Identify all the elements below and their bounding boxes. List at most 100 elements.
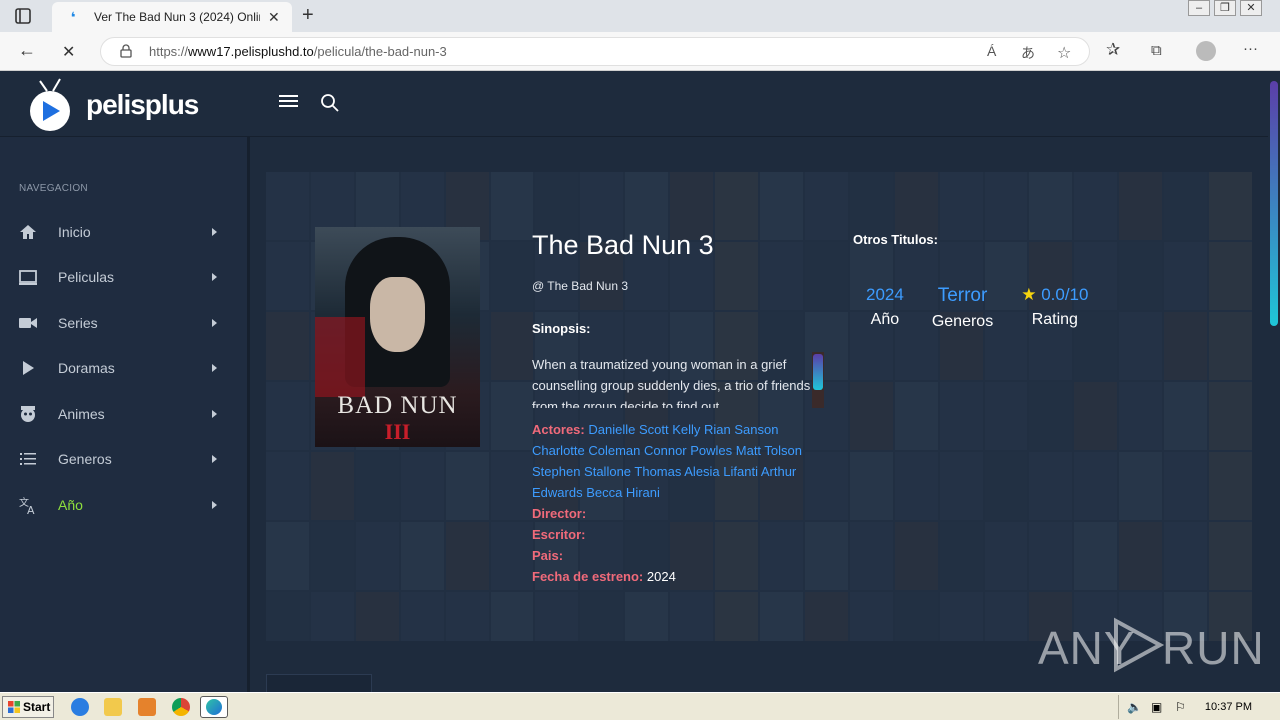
tab-close-icon[interactable]: ✕ [268, 9, 280, 26]
browser-tab-bar: ❛ Ver The Bad Nun 3 (2024) Onlin ✕ + – ❐… [0, 0, 1280, 32]
sidebar-item-label: Animes [58, 406, 105, 422]
stat-year-label: Año [870, 311, 900, 328]
other-titles-label: Otros Titulos: [853, 232, 938, 247]
collections-icon[interactable]: ⧉ [1151, 42, 1162, 59]
sidebar-item-ano[interactable]: 文A Año [0, 485, 247, 525]
watermark-text-right: RUN [1162, 622, 1265, 674]
system-tray: 🔈 ▣ ⚐ 10:37 PM [1118, 695, 1280, 719]
site-favicon-icon: ❛ [70, 8, 76, 25]
browser-toolbar: ← ✕ https://www17.pelisplushd.to/pelicul… [0, 32, 1280, 71]
clock: 10:37 PM [1204, 701, 1252, 713]
sidebar-item-doramas[interactable]: Doramas [0, 348, 247, 388]
actors-row: Actores: Danielle Scott Kelly Rian Sanso… [532, 419, 824, 503]
sidebar-item-label: Series [58, 315, 98, 331]
windows-taskbar: Start 🔈 ▣ ⚐ 10:37 PM [0, 692, 1280, 720]
writer-row: Escritor: [532, 524, 824, 545]
sidebar-item-animes[interactable]: Animes [0, 394, 247, 434]
folder-icon[interactable] [104, 698, 122, 716]
search-icon[interactable] [320, 93, 339, 112]
start-label: Start [23, 700, 51, 714]
add-favorite-icon[interactable]: ☆ [1057, 43, 1071, 63]
read-aloud-icon[interactable]: Á [987, 43, 996, 59]
synopsis-text[interactable]: When a traumatized young woman in a grie… [532, 354, 812, 408]
media-player-icon[interactable] [138, 698, 156, 716]
movie-hero: BAD NUN III The Bad Nun 3 @ The Bad Nun … [266, 172, 1252, 641]
movie-poster: BAD NUN III [315, 227, 480, 447]
url-scheme: https:// [149, 44, 189, 59]
stat-rating: ★ 0.0/10 Rating [1021, 285, 1088, 331]
url-path: /pelicula/the-bad-nun-3 [313, 44, 447, 59]
country-label: Pais: [532, 548, 564, 563]
network-icon[interactable]: ▣ [1151, 700, 1162, 714]
list-icon [20, 453, 36, 465]
sidebar-item-series[interactable]: Series [0, 303, 247, 343]
logo-play-icon [30, 78, 70, 131]
flag-tray-icon[interactable]: ⚐ [1175, 700, 1186, 714]
stat-year: 2024 Año [866, 285, 904, 331]
back-button[interactable]: ← [18, 40, 36, 61]
page-scroll-thumb[interactable] [1270, 81, 1278, 326]
actors-label: Actores: [532, 422, 585, 437]
stat-rating-label: Rating [1031, 311, 1078, 328]
caret-right-icon [212, 410, 217, 418]
url-text[interactable]: https://www17.pelisplushd.to/pelicula/th… [149, 44, 447, 59]
country-row: Pais: [532, 545, 824, 566]
poster-title: BAD NUN [337, 392, 458, 419]
synopsis-scrollbar[interactable] [812, 352, 824, 408]
movie-stats: 2024 Año Terror Generos ★ 0.0/10 Rating [866, 285, 1116, 331]
volume-icon[interactable]: 🔈 [1127, 700, 1142, 714]
sidebar-item-generos[interactable]: Generos [0, 439, 247, 479]
address-bar[interactable]: https://www17.pelisplushd.to/pelicula/th… [100, 37, 1090, 66]
tab-actions-icon[interactable] [14, 7, 32, 25]
stat-year-value[interactable]: 2024 [866, 285, 904, 305]
close-window-icon[interactable]: ✕ [1240, 0, 1262, 16]
url-host: www17.pelisplushd.to [188, 44, 314, 59]
stat-genre: Terror Generos [932, 285, 993, 331]
stat-genre-value[interactable]: Terror [932, 285, 993, 307]
chrome-icon[interactable] [172, 698, 190, 716]
new-tab-button[interactable]: + [302, 4, 314, 27]
watermark-text-left: ANY [1038, 622, 1136, 674]
sidebar-item-label: Doramas [58, 360, 115, 376]
monitor-icon [19, 270, 37, 285]
favorites-icon[interactable]: ✰ [1106, 40, 1120, 60]
sidebar-item-inicio[interactable]: Inicio [0, 212, 247, 252]
caret-right-icon [212, 364, 217, 372]
profile-avatar[interactable] [1196, 41, 1216, 61]
edge-taskbar-button[interactable] [200, 696, 228, 718]
sidebar-item-label: Peliculas [58, 269, 115, 285]
stat-genre-label: Generos [931, 313, 994, 330]
caret-right-icon [212, 501, 217, 509]
stat-rating-value: ★ 0.0/10 [1021, 285, 1088, 305]
sidebar-item-peliculas[interactable]: Peliculas [0, 257, 247, 297]
start-button[interactable]: Start [2, 696, 54, 718]
menu-hamburger-icon[interactable] [279, 93, 298, 109]
restore-icon[interactable]: ❐ [1214, 0, 1236, 16]
caret-right-icon [212, 319, 217, 327]
movie-title: The Bad Nun 3 [532, 230, 714, 260]
caret-right-icon [212, 228, 217, 236]
play-icon [23, 361, 34, 375]
site-logo[interactable]: pelisplus [20, 77, 199, 133]
release-label: Fecha de estreno: [532, 569, 644, 584]
anime-icon [21, 406, 35, 422]
home-icon [20, 225, 36, 239]
sidebar-item-label: Año [58, 497, 83, 513]
content-tab[interactable] [266, 674, 372, 692]
stop-loading-button[interactable]: ✕ [62, 42, 75, 62]
minimize-icon[interactable]: – [1188, 0, 1210, 16]
lock-icon[interactable] [119, 44, 133, 58]
browser-tab-active[interactable]: ❛ Ver The Bad Nun 3 (2024) Onlin ✕ [52, 2, 292, 32]
translate-icon[interactable]: あ [1021, 43, 1035, 63]
synopsis-scroll-thumb[interactable] [813, 354, 823, 390]
release-value: 2024 [646, 569, 676, 584]
ie-icon[interactable] [71, 698, 89, 716]
rating-value: 0.0/10 [1041, 285, 1089, 304]
poster-face [370, 277, 425, 352]
movie-meta: Actores: Danielle Scott Kelly Rian Sanso… [532, 419, 824, 587]
caret-right-icon [212, 273, 217, 281]
tab-title: Ver The Bad Nun 3 (2024) Onlin [94, 10, 260, 24]
translate-icon: 文A [19, 496, 35, 515]
more-options-icon[interactable]: ··· [1243, 40, 1258, 57]
page-scrollbar[interactable] [1268, 71, 1280, 692]
